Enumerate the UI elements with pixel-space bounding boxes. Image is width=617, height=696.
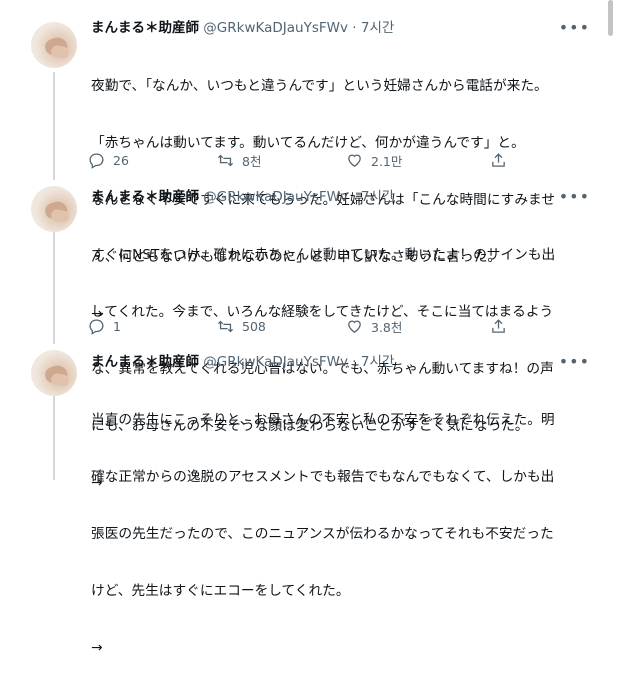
user-handle[interactable]: @GRkwKaDJauYsFWv (203, 189, 348, 205)
like-button[interactable]: 3.8천 (346, 316, 402, 336)
reply-count: 26 (113, 152, 129, 168)
tweet-header: まんまる＊助産師 @GRkwKaDJauYsFWv · 7시간 (91, 352, 394, 372)
tweet[interactable]: まんまる＊助産師 @GRkwKaDJauYsFWv · 7시간 ••• 夜勤で、… (0, 12, 617, 322)
more-options-icon[interactable]: ••• (559, 20, 590, 36)
tweet-actions: 26 8천 2.1만 (88, 150, 528, 170)
tweet[interactable]: まんまる＊助産師 @GRkwKaDJauYsFWv · 7시간 ••• すぐにN… (0, 178, 617, 491)
reply-button[interactable]: 1 (88, 316, 121, 336)
retweet-count: 508 (242, 318, 266, 334)
tweet-text: 当直の先生にこっそりと、お母さんの不安と私の不安をそれぞれ伝えた。明 確な正常か… (91, 373, 603, 696)
tweet-actions: 1 508 3.8천 (88, 316, 528, 336)
timestamp[interactable]: 7시간 (361, 354, 394, 370)
separator-dot: · (352, 354, 357, 370)
tweet-text-line: 当直の先生にこっそりと、お母さんの不安と私の不安をそれぞれ伝えた。明 (91, 412, 555, 428)
separator-dot: · (352, 189, 357, 205)
display-name[interactable]: まんまる＊助産師 (91, 189, 199, 205)
share-button[interactable] (490, 150, 507, 170)
tweet-text-line: 夜勤で、「なんか、いつもと違うんです」という妊婦さんから電話が来た。 (91, 78, 548, 94)
user-handle[interactable]: @GRkwKaDJauYsFWv (203, 20, 348, 36)
reply-icon (89, 318, 104, 335)
more-options-icon[interactable]: ••• (559, 354, 590, 370)
tweet[interactable]: まんまる＊助産師 @GRkwKaDJauYsFWv · 7시간 ••• 当直の先… (0, 344, 617, 656)
user-handle[interactable]: @GRkwKaDJauYsFWv (203, 354, 348, 370)
reply-count: 1 (113, 318, 121, 334)
timestamp[interactable]: 7시간 (361, 189, 394, 205)
share-icon (492, 318, 505, 333)
thread-continue-arrow[interactable]: → (91, 639, 603, 658)
tweet-text-line: 確な正常からの逸脱のアセスメントでも報告でもなんでもなくて、しかも出 (91, 469, 555, 485)
display-name[interactable]: まんまる＊助産師 (91, 20, 199, 36)
like-button[interactable]: 2.1만 (346, 150, 402, 170)
more-options-icon[interactable]: ••• (559, 189, 590, 205)
like-count: 2.1만 (371, 153, 403, 169)
timestamp[interactable]: 7시간 (361, 20, 394, 36)
separator-dot: · (352, 20, 357, 36)
tweet-header: まんまる＊助産師 @GRkwKaDJauYsFWv · 7시간 (91, 18, 394, 38)
heart-icon (348, 320, 361, 333)
avatar[interactable] (31, 186, 77, 232)
retweet-icon (217, 154, 234, 166)
like-count: 3.8천 (371, 319, 403, 335)
display-name[interactable]: まんまる＊助産師 (91, 354, 199, 370)
share-icon (492, 152, 505, 167)
retweet-button[interactable]: 508 (217, 316, 266, 336)
retweet-icon (217, 320, 234, 332)
heart-icon (348, 154, 361, 167)
avatar[interactable] (31, 22, 77, 68)
tweet-text-line: けど、先生はすぐにエコーをしてくれた。 (91, 583, 350, 599)
avatar[interactable] (31, 350, 77, 396)
share-button[interactable] (490, 316, 507, 336)
tweet-text-line: 張医の先生だったので、このニュアンスが伝わるかなってそれも不安だった (91, 526, 554, 542)
reply-icon (89, 152, 104, 169)
reply-button[interactable]: 26 (88, 150, 129, 170)
retweet-button[interactable]: 8천 (217, 150, 261, 170)
tweet-text-line: すぐにNSTをつけ、確かに赤ちゃんは動いていた。動いたよ！のサインも出 (91, 247, 556, 263)
tweet-header: まんまる＊助産師 @GRkwKaDJauYsFWv · 7시간 (91, 187, 394, 207)
retweet-count: 8천 (242, 153, 262, 169)
